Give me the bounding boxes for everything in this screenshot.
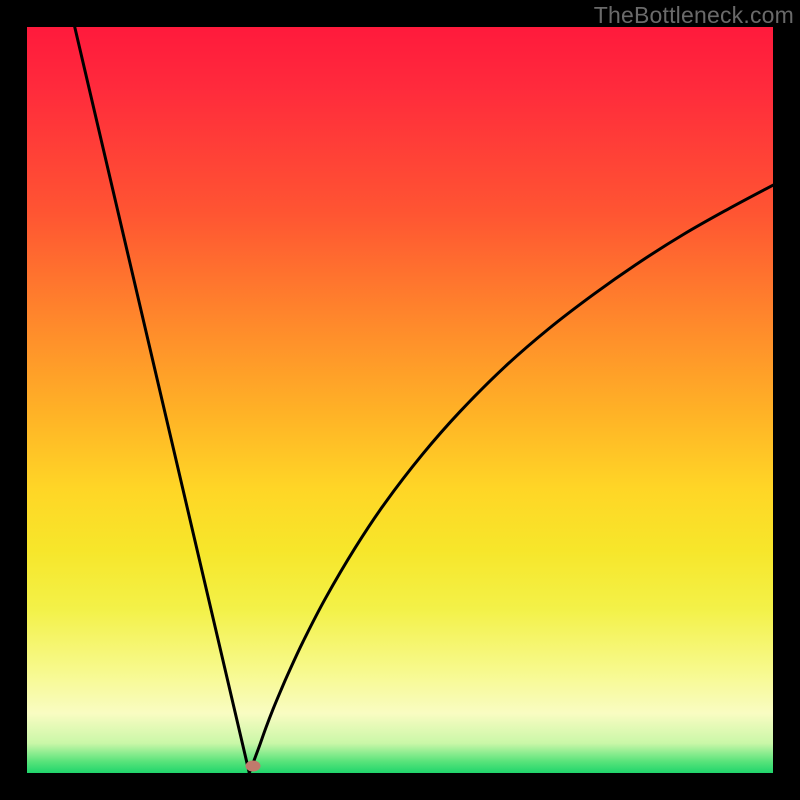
watermark-text: TheBottleneck.com [594,2,794,29]
curve-right-branch [249,185,773,773]
bottleneck-chart [27,27,773,773]
curve-left-branch [75,27,250,773]
chart-frame [27,27,773,773]
optimal-point-marker [246,761,261,772]
